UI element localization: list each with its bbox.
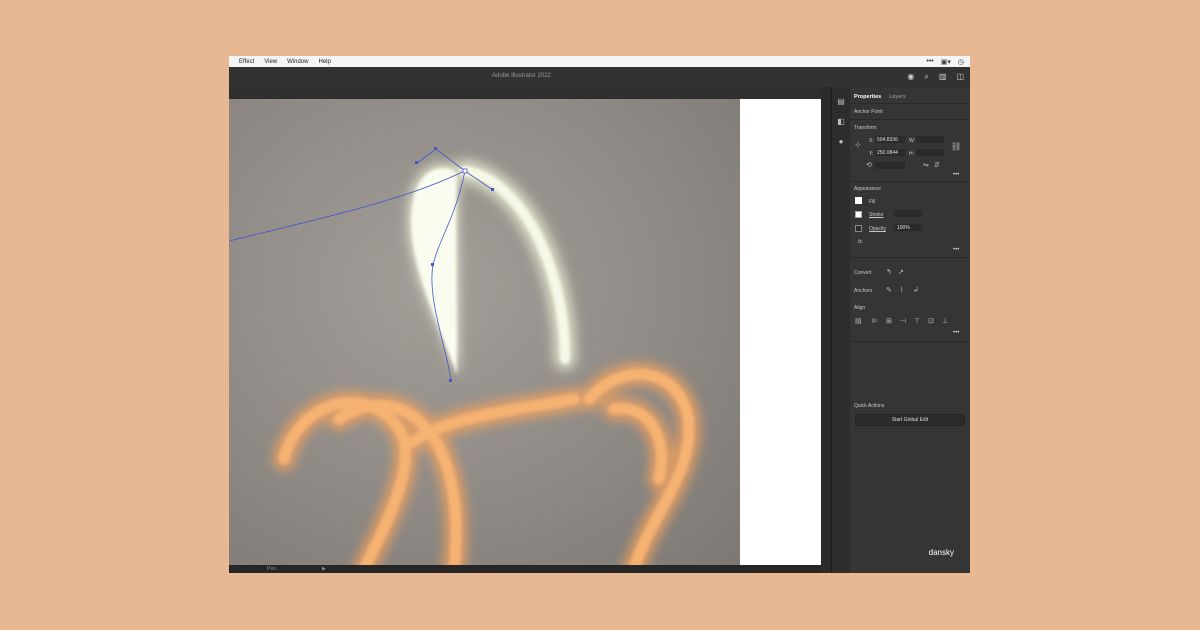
- w-field[interactable]: [916, 136, 944, 143]
- opacity-label[interactable]: Opacity: [869, 226, 886, 232]
- brand-logo: dansky: [928, 548, 954, 557]
- neon-banana-photo: [229, 99, 740, 565]
- search-icon[interactable]: ⌕: [924, 72, 928, 82]
- fill-label: Fill: [869, 199, 876, 205]
- menu-bar: Effect View Window Help ••• ▣▾ ◷: [229, 56, 970, 67]
- quick-actions-heading: Quick Actions: [854, 403, 885, 409]
- status-bar: Pen ▶: [229, 565, 821, 573]
- title-bar: Adobe Illustrator 2022 ◉ ⌕ ▥ ◫: [229, 67, 970, 87]
- divider: [850, 257, 970, 258]
- properties-panel: Properties Layers Anchor Point Transform…: [850, 87, 970, 573]
- align-left-icon[interactable]: ⊫: [872, 318, 878, 325]
- anchors-label: Anchors: [854, 288, 873, 294]
- flip-vertical-icon[interactable]: ⇵: [934, 162, 940, 169]
- x-value[interactable]: 504.8336: [877, 137, 898, 143]
- align-right-icon[interactable]: ⊣: [900, 318, 906, 325]
- reference-point-icon[interactable]: ⊹: [855, 142, 861, 149]
- title-bar-icons: ◉ ⌕ ▥ ◫: [907, 72, 964, 82]
- convert-smooth-icon[interactable]: ↗: [898, 269, 904, 276]
- opacity-value[interactable]: 100%: [897, 225, 910, 231]
- menu-help[interactable]: Help: [318, 59, 330, 65]
- save-icon[interactable]: ▣▾: [941, 58, 951, 66]
- anchor-point[interactable]: [462, 168, 468, 174]
- divider: [850, 341, 970, 342]
- connect-anchors-icon[interactable]: ↲: [913, 287, 919, 294]
- status-tool: Pen: [267, 566, 276, 572]
- tools-column: ▤ ◧ ●: [831, 87, 850, 573]
- stroke-label[interactable]: Stroke: [869, 212, 883, 218]
- cut-path-icon[interactable]: ⌇: [900, 287, 903, 294]
- stroke-weight-field[interactable]: [894, 210, 922, 217]
- y-label: Y:: [869, 151, 874, 157]
- align-center-icon[interactable]: ⊞: [886, 318, 892, 325]
- more-icon[interactable]: •••: [926, 58, 933, 65]
- stroke-swatch[interactable]: [855, 211, 862, 218]
- menu-effect[interactable]: Effect: [239, 59, 254, 65]
- align-label: Align: [854, 305, 866, 311]
- h-field[interactable]: [916, 149, 944, 156]
- align-bottom-icon[interactable]: ⊥: [942, 318, 948, 325]
- anchor-point[interactable]: [449, 379, 452, 382]
- divider: [850, 181, 970, 182]
- illustrator-window: Effect View Window Help ••• ▣▾ ◷ Adobe I…: [229, 56, 970, 573]
- anchor-point[interactable]: [434, 147, 437, 150]
- transform-heading: Transform: [854, 125, 877, 131]
- color-icon[interactable]: ●: [836, 137, 846, 147]
- convert-corner-icon[interactable]: ↰: [886, 269, 892, 276]
- arrange-icon[interactable]: ▥: [939, 72, 947, 82]
- convert-label: Convert: [854, 270, 872, 276]
- properties-icon[interactable]: ▤: [836, 97, 846, 107]
- anchor-point[interactable]: [431, 263, 434, 266]
- w-label: W:: [909, 138, 916, 144]
- link-icon[interactable]: ⛓: [951, 143, 961, 151]
- selection-type: Anchor Point: [854, 109, 883, 115]
- tab-properties[interactable]: Properties: [854, 94, 881, 100]
- panel-tabs: Properties Layers: [854, 94, 906, 100]
- divider: [850, 119, 970, 120]
- align-middle-icon[interactable]: ⊡: [928, 318, 934, 325]
- divider: [850, 103, 970, 104]
- appearance-heading: Appearance: [854, 186, 881, 192]
- neon-orange-peel: [272, 362, 701, 565]
- more-appearance-icon[interactable]: •••: [953, 247, 959, 253]
- user-icon[interactable]: ◉: [907, 72, 914, 82]
- menu-view[interactable]: View: [264, 59, 277, 65]
- neon-white-right: [454, 160, 576, 370]
- control-strip: [229, 87, 821, 99]
- more-transform-icon[interactable]: •••: [953, 172, 959, 178]
- anchor-point[interactable]: [415, 161, 418, 164]
- flip-horizontal-icon[interactable]: ⇋: [923, 162, 929, 169]
- anchor-point[interactable]: [491, 188, 494, 191]
- menu-right-icons: ••• ▣▾ ◷: [926, 56, 964, 67]
- x-label: X:: [869, 138, 874, 144]
- start-global-edit-button[interactable]: Start Global Edit: [855, 414, 965, 426]
- more-align-icon[interactable]: •••: [953, 330, 959, 336]
- libraries-icon[interactable]: ◧: [836, 117, 846, 127]
- fx-button[interactable]: fx.: [858, 239, 863, 245]
- play-icon[interactable]: ▶: [322, 566, 326, 572]
- neon-artwork: [229, 147, 701, 565]
- menu-window[interactable]: Window: [287, 59, 308, 65]
- align-to-icon[interactable]: ▤: [855, 318, 862, 325]
- clock-icon[interactable]: ◷: [958, 58, 964, 66]
- opacity-icon: [855, 225, 862, 232]
- app-title: Adobe Illustrator 2022: [492, 73, 551, 79]
- tab-layers[interactable]: Layers: [889, 94, 906, 100]
- y-value[interactable]: 250.0844: [877, 150, 898, 156]
- artboard[interactable]: [740, 99, 821, 565]
- rotate-field[interactable]: [875, 162, 905, 169]
- h-label: H:: [909, 151, 914, 157]
- panel-icon[interactable]: ◫: [956, 72, 964, 82]
- neon-white-left: [407, 163, 459, 377]
- canvas[interactable]: [229, 99, 821, 565]
- fill-swatch[interactable]: [855, 197, 862, 204]
- align-top-icon[interactable]: ⊤: [914, 318, 920, 325]
- remove-anchor-icon[interactable]: ✎: [886, 287, 892, 294]
- rotate-icon[interactable]: ⟲: [866, 162, 872, 169]
